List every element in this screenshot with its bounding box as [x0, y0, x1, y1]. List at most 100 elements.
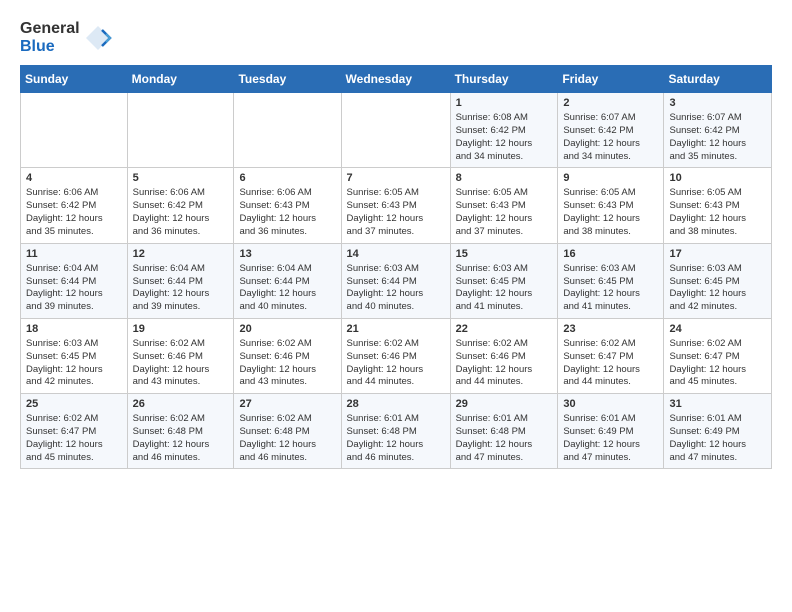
calendar-cell: 6 Sunrise: 6:06 AM Sunset: 6:43 PM Daylig…	[234, 168, 341, 243]
calendar-cell: 26Sunrise: 6:02 AM Sunset: 6:48 PM Dayli…	[127, 394, 234, 469]
day-content: Sunrise: 6:07 AM Sunset: 6:42 PM Dayligh…	[563, 112, 658, 163]
day-number: 14	[347, 248, 445, 260]
calendar-cell	[234, 93, 341, 168]
calendar-cell: 1 Sunrise: 6:08 AM Sunset: 6:42 PM Daylig…	[450, 93, 558, 168]
day-number: 27	[239, 398, 335, 410]
day-content: Sunrise: 6:02 AM Sunset: 6:47 PM Dayligh…	[669, 338, 766, 389]
calendar-cell: 17 Sunrise: 6:03 AM Sunset: 6:45 PM Dayli…	[664, 243, 772, 318]
day-number: 16	[563, 248, 658, 260]
day-number: 21	[347, 323, 445, 335]
header-day: Friday	[558, 66, 664, 93]
day-content: Sunrise: 6:02 AM Sunset: 6:46 PM Dayligh…	[456, 338, 553, 389]
day-content: Sunrise: 6:03 AM Sunset: 6:45 PM Dayligh…	[456, 263, 553, 314]
calendar-cell: 3 Sunrise: 6:07 AM Sunset: 6:42 PM Daylig…	[664, 93, 772, 168]
day-content: Sunrise: 6:02 AM Sunset: 6:48 PM Dayligh…	[239, 413, 335, 464]
day-number: 29	[456, 398, 553, 410]
calendar-cell: 2 Sunrise: 6:07 AM Sunset: 6:42 PM Daylig…	[558, 93, 664, 168]
calendar-cell: 21 Sunrise: 6:02 AM Sunset: 6:46 PM Dayli…	[341, 318, 450, 393]
calendar-cell: 27 Sunrise: 6:02 AM Sunset: 6:48 PM Dayli…	[234, 394, 341, 469]
day-number: 8	[456, 172, 553, 184]
day-number: 24	[669, 323, 766, 335]
logo-blue: Blue	[20, 38, 80, 56]
calendar-week: 4 Sunrise: 6:06 AM Sunset: 6:42 PM Daylig…	[21, 168, 772, 243]
day-content: Sunrise: 6:01 AM Sunset: 6:49 PM Dayligh…	[669, 413, 766, 464]
header-day: Saturday	[664, 66, 772, 93]
day-number: 22	[456, 323, 553, 335]
day-content: Sunrise: 6:07 AM Sunset: 6:42 PM Dayligh…	[669, 112, 766, 163]
day-number: 26	[133, 398, 229, 410]
day-number: 2	[563, 97, 658, 109]
calendar-cell: 5 Sunrise: 6:06 AM Sunset: 6:42 PM Daylig…	[127, 168, 234, 243]
calendar-cell: 10 Sunrise: 6:05 AM Sunset: 6:43 PM Dayli…	[664, 168, 772, 243]
day-number: 23	[563, 323, 658, 335]
calendar-week: 18Sunrise: 6:03 AM Sunset: 6:45 PM Dayli…	[21, 318, 772, 393]
day-number: 15	[456, 248, 553, 260]
day-content: Sunrise: 6:03 AM Sunset: 6:45 PM Dayligh…	[26, 338, 122, 389]
calendar-cell: 30 Sunrise: 6:01 AM Sunset: 6:49 PM Dayli…	[558, 394, 664, 469]
day-content: Sunrise: 6:04 AM Sunset: 6:44 PM Dayligh…	[26, 263, 122, 314]
calendar-cell	[127, 93, 234, 168]
header-day: Thursday	[450, 66, 558, 93]
day-content: Sunrise: 6:04 AM Sunset: 6:44 PM Dayligh…	[239, 263, 335, 314]
day-content: Sunrise: 6:03 AM Sunset: 6:44 PM Dayligh…	[347, 263, 445, 314]
day-content: Sunrise: 6:05 AM Sunset: 6:43 PM Dayligh…	[347, 187, 445, 238]
day-number: 6	[239, 172, 335, 184]
calendar-cell	[21, 93, 128, 168]
day-content: Sunrise: 6:06 AM Sunset: 6:42 PM Dayligh…	[133, 187, 229, 238]
day-number: 28	[347, 398, 445, 410]
day-content: Sunrise: 6:05 AM Sunset: 6:43 PM Dayligh…	[563, 187, 658, 238]
day-content: Sunrise: 6:06 AM Sunset: 6:43 PM Dayligh…	[239, 187, 335, 238]
day-number: 20	[239, 323, 335, 335]
header-day: Sunday	[21, 66, 128, 93]
header-row: SundayMondayTuesdayWednesdayThursdayFrid…	[21, 66, 772, 93]
logo-icon	[84, 24, 112, 52]
day-number: 10	[669, 172, 766, 184]
day-number: 5	[133, 172, 229, 184]
day-number: 17	[669, 248, 766, 260]
day-content: Sunrise: 6:01 AM Sunset: 6:49 PM Dayligh…	[563, 413, 658, 464]
day-number: 7	[347, 172, 445, 184]
calendar-cell: 8Sunrise: 6:05 AM Sunset: 6:43 PM Daylig…	[450, 168, 558, 243]
day-number: 13	[239, 248, 335, 260]
calendar-cell: 15 Sunrise: 6:03 AM Sunset: 6:45 PM Dayli…	[450, 243, 558, 318]
calendar-cell: 22 Sunrise: 6:02 AM Sunset: 6:46 PM Dayli…	[450, 318, 558, 393]
calendar-header: SundayMondayTuesdayWednesdayThursdayFrid…	[21, 66, 772, 93]
calendar-cell: 29 Sunrise: 6:01 AM Sunset: 6:48 PM Dayli…	[450, 394, 558, 469]
day-content: Sunrise: 6:02 AM Sunset: 6:46 PM Dayligh…	[347, 338, 445, 389]
calendar-cell: 12Sunrise: 6:04 AM Sunset: 6:44 PM Dayli…	[127, 243, 234, 318]
day-content: Sunrise: 6:08 AM Sunset: 6:42 PM Dayligh…	[456, 112, 553, 163]
calendar-cell: 16Sunrise: 6:03 AM Sunset: 6:45 PM Dayli…	[558, 243, 664, 318]
calendar-week: 11 Sunrise: 6:04 AM Sunset: 6:44 PM Dayli…	[21, 243, 772, 318]
day-number: 30	[563, 398, 658, 410]
calendar-cell: 23Sunrise: 6:02 AM Sunset: 6:47 PM Dayli…	[558, 318, 664, 393]
logo-general: General	[20, 20, 80, 38]
day-content: Sunrise: 6:03 AM Sunset: 6:45 PM Dayligh…	[669, 263, 766, 314]
calendar-cell: 25 Sunrise: 6:02 AM Sunset: 6:47 PM Dayli…	[21, 394, 128, 469]
calendar-cell: 4 Sunrise: 6:06 AM Sunset: 6:42 PM Daylig…	[21, 168, 128, 243]
day-number: 3	[669, 97, 766, 109]
calendar-cell: 31Sunrise: 6:01 AM Sunset: 6:49 PM Dayli…	[664, 394, 772, 469]
calendar-cell: 24 Sunrise: 6:02 AM Sunset: 6:47 PM Dayli…	[664, 318, 772, 393]
calendar-week: 1 Sunrise: 6:08 AM Sunset: 6:42 PM Daylig…	[21, 93, 772, 168]
calendar-cell: 9 Sunrise: 6:05 AM Sunset: 6:43 PM Daylig…	[558, 168, 664, 243]
day-content: Sunrise: 6:01 AM Sunset: 6:48 PM Dayligh…	[456, 413, 553, 464]
day-content: Sunrise: 6:02 AM Sunset: 6:46 PM Dayligh…	[133, 338, 229, 389]
day-number: 4	[26, 172, 122, 184]
page-header: General Blue	[20, 20, 772, 55]
calendar-cell: 28 Sunrise: 6:01 AM Sunset: 6:48 PM Dayli…	[341, 394, 450, 469]
day-content: Sunrise: 6:06 AM Sunset: 6:42 PM Dayligh…	[26, 187, 122, 238]
calendar-cell: 20Sunrise: 6:02 AM Sunset: 6:46 PM Dayli…	[234, 318, 341, 393]
day-number: 12	[133, 248, 229, 260]
calendar-cell: 18Sunrise: 6:03 AM Sunset: 6:45 PM Dayli…	[21, 318, 128, 393]
calendar-body: 1 Sunrise: 6:08 AM Sunset: 6:42 PM Daylig…	[21, 93, 772, 469]
day-number: 9	[563, 172, 658, 184]
day-number: 25	[26, 398, 122, 410]
header-day: Monday	[127, 66, 234, 93]
day-number: 1	[456, 97, 553, 109]
calendar-week: 25 Sunrise: 6:02 AM Sunset: 6:47 PM Dayli…	[21, 394, 772, 469]
day-content: Sunrise: 6:01 AM Sunset: 6:48 PM Dayligh…	[347, 413, 445, 464]
day-content: Sunrise: 6:02 AM Sunset: 6:47 PM Dayligh…	[26, 413, 122, 464]
day-number: 11	[26, 248, 122, 260]
calendar-cell	[341, 93, 450, 168]
day-content: Sunrise: 6:05 AM Sunset: 6:43 PM Dayligh…	[669, 187, 766, 238]
